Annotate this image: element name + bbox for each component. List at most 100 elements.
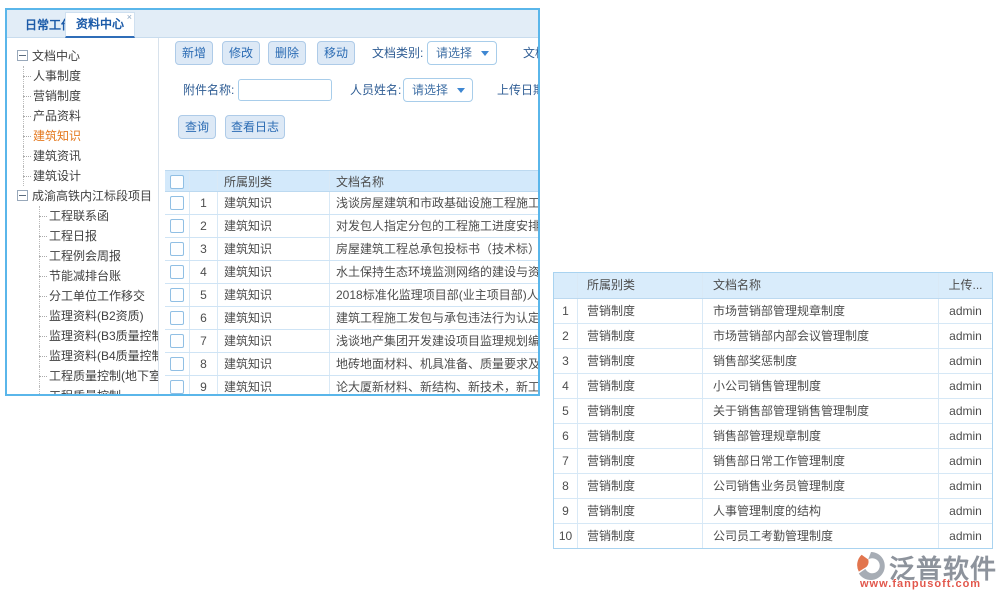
row-checkbox[interactable]: [170, 357, 184, 371]
table-row[interactable]: 8 建筑知识 地砖地面材料、机具准备、质量要求及...: [165, 353, 538, 376]
row-checkbox-cell: [165, 376, 190, 394]
tree-root-railway-project[interactable]: 成渝高铁内江标段项目: [7, 186, 158, 206]
header-index: [190, 171, 218, 191]
edit-button[interactable]: 修改: [222, 41, 260, 65]
row-index: 6: [554, 424, 578, 448]
tree-item-construction-knowledge[interactable]: 建筑知识: [7, 126, 158, 146]
row-category: 建筑知识: [218, 261, 330, 283]
row-checkbox[interactable]: [170, 334, 184, 348]
row-index: 8: [190, 353, 218, 375]
doc-category-value: 请选择: [436, 42, 472, 64]
select-all-checkbox[interactable]: [170, 175, 184, 189]
table-row[interactable]: 6 建筑知识 建筑工程施工发包与承包违法行为认定...: [165, 307, 538, 330]
row-category: 营销制度: [578, 449, 703, 473]
row-index: 4: [190, 261, 218, 283]
tree-item-quality-control-basement[interactable]: 工程质量控制(地下室): [7, 366, 158, 386]
tab-close-icon[interactable]: ×: [127, 12, 132, 22]
tree-item-project-letters[interactable]: 工程联系函: [7, 206, 158, 226]
person-name-select[interactable]: 请选择: [403, 78, 473, 102]
attachment-name-label: 附件名称:: [183, 78, 234, 102]
table-row[interactable]: 7 营销制度 销售部日常工作管理制度 admin: [554, 449, 992, 474]
row-uploader: admin: [939, 324, 992, 348]
tree-root-document-center[interactable]: 文档中心: [7, 46, 158, 66]
tree-item-weekly-meeting[interactable]: 工程例会周报: [7, 246, 158, 266]
row-doc-name: 建筑工程施工发包与承包违法行为认定...: [330, 307, 538, 329]
collapse-icon[interactable]: [17, 190, 28, 201]
row-checkbox[interactable]: [170, 380, 184, 394]
row-checkbox[interactable]: [170, 265, 184, 279]
row-checkbox[interactable]: [170, 242, 184, 256]
row-category: 营销制度: [578, 424, 703, 448]
row-doc-name: 小公司销售管理制度: [703, 374, 939, 398]
row-uploader: admin: [939, 424, 992, 448]
tree-item-supervision-b4[interactable]: 监理资料(B4质量控制): [7, 346, 158, 366]
table-row[interactable]: 6 营销制度 销售部管理规章制度 admin: [554, 424, 992, 449]
row-uploader: admin: [939, 374, 992, 398]
table-row[interactable]: 4 营销制度 小公司销售管理制度 admin: [554, 374, 992, 399]
table-row[interactable]: 3 建筑知识 房屋建筑工程总承包投标书（技术标）...: [165, 238, 538, 261]
table-row[interactable]: 5 建筑知识 2018标准化监理项目部(业主项目部)人员...: [165, 284, 538, 307]
row-checkbox[interactable]: [170, 311, 184, 325]
table-row[interactable]: 5 营销制度 关于销售部管理销售管理制度 admin: [554, 399, 992, 424]
row-index: 3: [554, 349, 578, 373]
move-button[interactable]: 移动: [317, 41, 355, 65]
tree-item-project-daily-report[interactable]: 工程日报: [7, 226, 158, 246]
document-tree-sidebar: 文档中心 人事制度 营销制度 产品资料 建筑知识 建筑资讯 建筑设计 成渝高铁内…: [7, 38, 159, 394]
row-doc-name: 销售部奖惩制度: [703, 349, 939, 373]
row-index: 7: [554, 449, 578, 473]
row-checkbox[interactable]: [170, 196, 184, 210]
chevron-down-icon: [457, 88, 465, 93]
table-row[interactable]: 7 建筑知识 浅谈地产集团开发建设项目监理规划编...: [165, 330, 538, 353]
row-index: 5: [190, 284, 218, 306]
delete-button[interactable]: 删除: [268, 41, 306, 65]
table-row[interactable]: 2 建筑知识 对发包人指定分包的工程施工进度安排...: [165, 215, 538, 238]
table-row[interactable]: 1 建筑知识 浅谈房屋建筑和市政基础设施工程施工...: [165, 192, 538, 215]
table-row[interactable]: 1 营销制度 市场营销部管理规章制度 admin: [554, 299, 992, 324]
row-checkbox[interactable]: [170, 219, 184, 233]
doc-category-select[interactable]: 请选择: [427, 41, 497, 65]
table-row[interactable]: 9 建筑知识 论大厦新材料、新结构、新技术，新工...: [165, 376, 538, 394]
row-doc-name: 论大厦新材料、新结构、新技术，新工...: [330, 376, 538, 394]
table-row[interactable]: 3 营销制度 销售部奖惩制度 admin: [554, 349, 992, 374]
row-index: 8: [554, 474, 578, 498]
row-index: 5: [554, 399, 578, 423]
tab-data-center-label: 资料中心: [76, 17, 124, 31]
tree-item-construction-news[interactable]: 建筑资讯: [7, 146, 158, 166]
row-index: 1: [554, 299, 578, 323]
table-row[interactable]: 8 营销制度 公司销售业务员管理制度 admin: [554, 474, 992, 499]
row-index: 9: [554, 499, 578, 523]
tree-item-supervision-b3[interactable]: 监理资料(B3质量控制): [7, 326, 158, 346]
table-row[interactable]: 10 营销制度 公司员工考勤管理制度 admin: [554, 524, 992, 549]
tree-item-product-data[interactable]: 产品资料: [7, 106, 158, 126]
row-uploader: admin: [939, 499, 992, 523]
upload-date-label-clipped: 上传日期: [497, 78, 538, 102]
row-category: 建筑知识: [218, 353, 330, 375]
tree-item-energy-saving-ledger[interactable]: 节能减排台账: [7, 266, 158, 286]
table-row[interactable]: 4 建筑知识 水土保持生态环境监测网络的建设与资...: [165, 261, 538, 284]
tree-item-supervision-b2[interactable]: 监理资料(B2资质): [7, 306, 158, 326]
row-category: 营销制度: [578, 324, 703, 348]
tree-item-partial-clipped[interactable]: 工程质量控制: [7, 386, 158, 394]
header-uploader-clipped: 上传...: [939, 273, 992, 298]
tab-data-center[interactable]: 资料中心 ×: [65, 12, 135, 38]
row-category: 营销制度: [578, 399, 703, 423]
row-checkbox[interactable]: [170, 288, 184, 302]
tree-item-marketing-rules[interactable]: 营销制度: [7, 86, 158, 106]
row-category: 营销制度: [578, 299, 703, 323]
tree-item-construction-design[interactable]: 建筑设计: [7, 166, 158, 186]
row-doc-name: 市场营销部内部会议管理制度: [703, 324, 939, 348]
table-body: 1 建筑知识 浅谈房屋建筑和市政基础设施工程施工... 2 建筑知识 对发包人指…: [165, 192, 538, 394]
tree-root-label: 文档中心: [32, 49, 80, 63]
add-button[interactable]: 新增: [175, 41, 213, 65]
collapse-icon[interactable]: [17, 50, 28, 61]
tree-item-work-transfer[interactable]: 分工单位工作移交: [7, 286, 158, 306]
row-doc-name: 销售部管理规章制度: [703, 424, 939, 448]
table-row[interactable]: 9 营销制度 人事管理制度的结构 admin: [554, 499, 992, 524]
row-category: 建筑知识: [218, 284, 330, 306]
attachment-name-input[interactable]: [238, 79, 332, 101]
row-category: 营销制度: [578, 349, 703, 373]
query-button[interactable]: 查询: [178, 115, 216, 139]
tree-item-personnel-rules[interactable]: 人事制度: [7, 66, 158, 86]
table-row[interactable]: 2 营销制度 市场营销部内部会议管理制度 admin: [554, 324, 992, 349]
view-log-button[interactable]: 查看日志: [225, 115, 285, 139]
